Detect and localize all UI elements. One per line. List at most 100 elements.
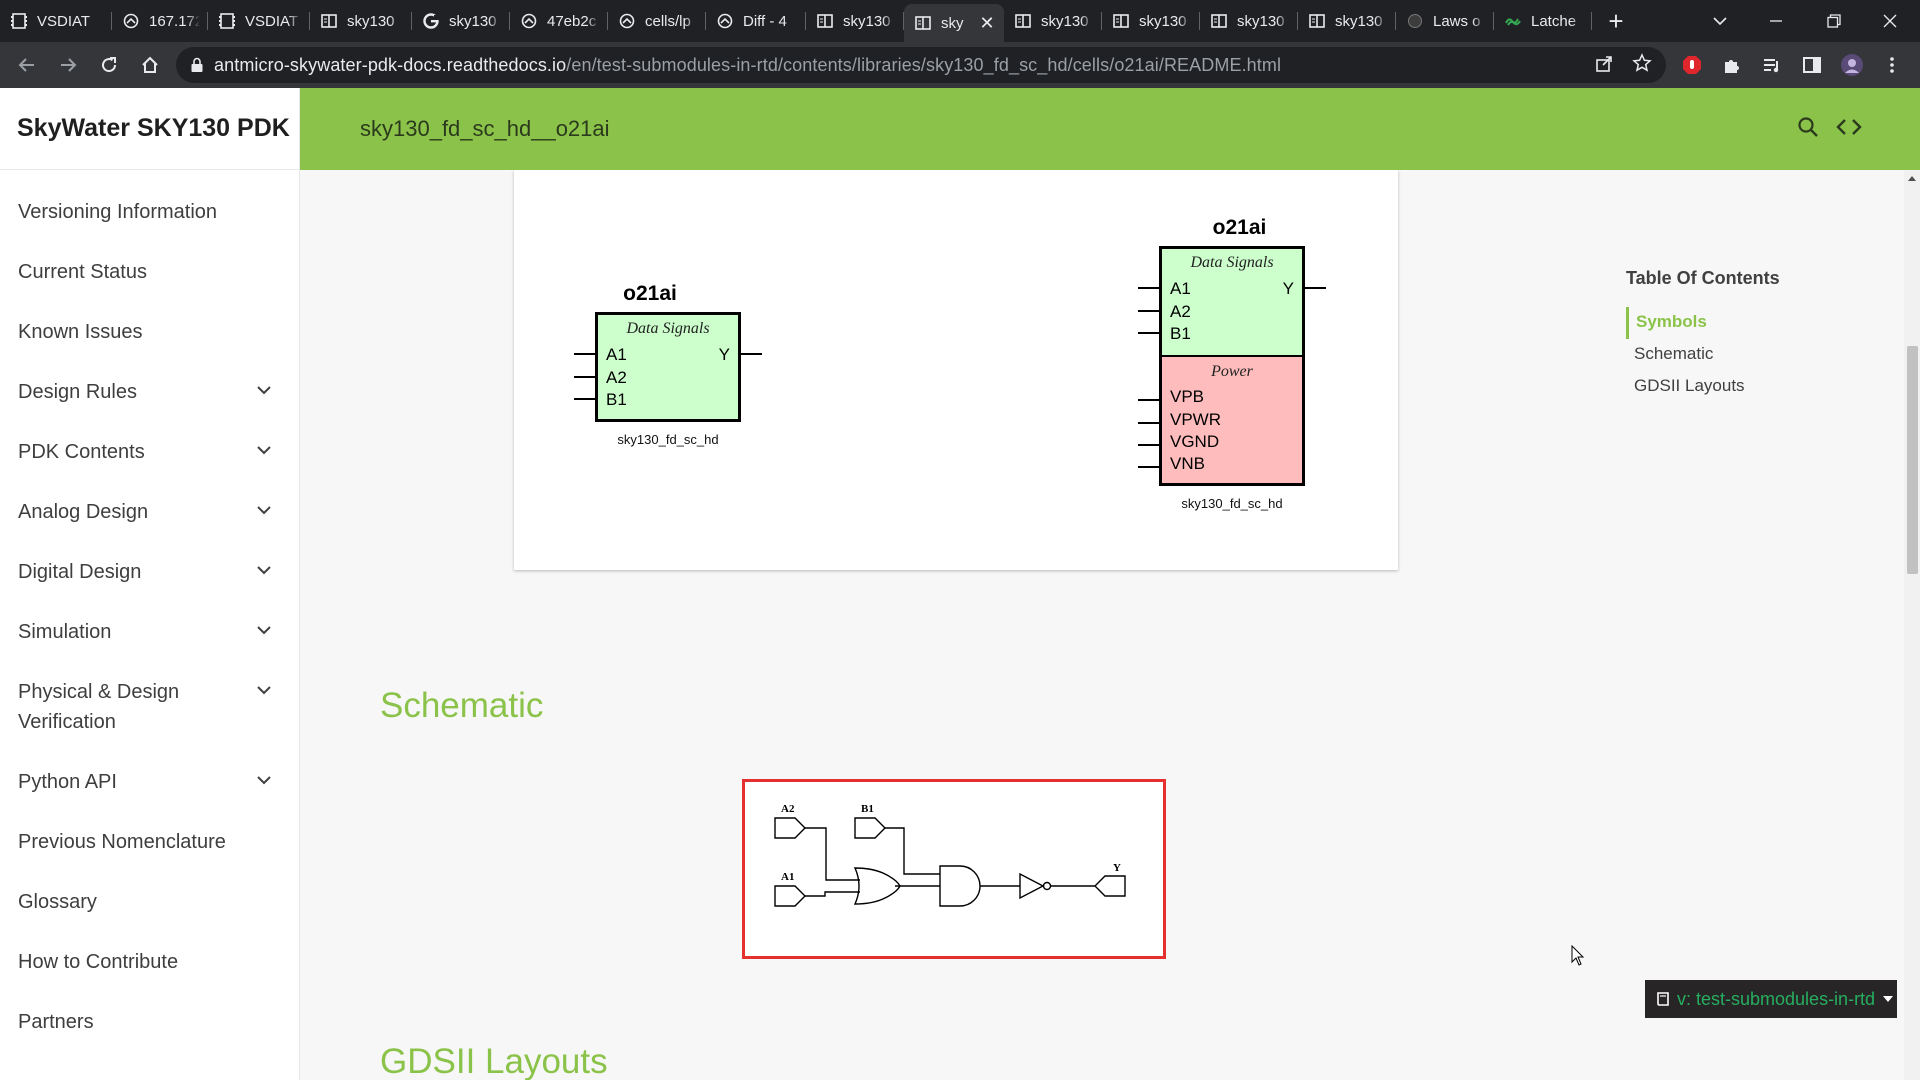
vertical-scrollbar[interactable] <box>1904 170 1920 1080</box>
reload-button[interactable] <box>89 45 129 85</box>
toc-item-schematic[interactable]: Schematic <box>1626 339 1886 371</box>
input-port-a2 <box>774 817 806 839</box>
browser-tab[interactable]: Laws o <box>1396 0 1494 42</box>
side-panel-icon[interactable] <box>1794 47 1830 83</box>
globe-icon <box>716 12 734 30</box>
symbol-title: o21ai <box>1212 216 1267 239</box>
chevron-down-icon[interactable] <box>254 560 274 580</box>
sidebar-item-digital-design[interactable]: Digital Design <box>0 542 299 602</box>
docs-icon <box>816 12 834 30</box>
browser-tab[interactable]: Diff - 4 <box>706 0 806 42</box>
link-icon <box>1504 12 1522 30</box>
browser-tab[interactable]: VSDIAT <box>0 0 112 42</box>
inverter <box>1019 872 1045 900</box>
browser-tab[interactable]: sky130 <box>1102 0 1200 42</box>
sidebar-item-design-rules[interactable]: Design Rules <box>0 362 299 422</box>
browser-tab[interactable]: sky130 <box>412 0 510 42</box>
chevron-down-icon[interactable] <box>254 680 274 700</box>
pin-label: VPWR <box>1170 410 1221 429</box>
view-source-icon[interactable] <box>1834 112 1864 142</box>
extensions-puzzle-icon[interactable] <box>1714 47 1750 83</box>
tab-search-icon[interactable] <box>1692 0 1748 42</box>
film-icon <box>218 12 236 30</box>
close-window-icon[interactable] <box>1862 0 1918 42</box>
sidebar-item-versioning-information[interactable]: Versioning Information <box>0 182 299 242</box>
browser-tab[interactable]: sky130 <box>806 0 904 42</box>
browser-toolbar: antmicro-skywater-pdk-docs.readthedocs.i… <box>0 42 1920 88</box>
minimize-icon[interactable] <box>1748 0 1804 42</box>
forward-button[interactable] <box>48 45 88 85</box>
sidebar-item-simulation[interactable]: Simulation <box>0 602 299 662</box>
pin-line <box>1138 399 1159 401</box>
symbol-o21ai: o21ai Data Signals A1 A2 B1 Y sky130_fd_… <box>560 282 762 447</box>
main-content: o21ai Data Signals A1 A2 B1 Y sky130_fd_… <box>300 170 1904 1080</box>
power-section: Power VPB VPWR VGND VNB <box>1162 355 1302 483</box>
sidebar-item-glossary[interactable]: Glossary <box>0 872 299 932</box>
sidebar-nav: Versioning Information Current Status Kn… <box>0 170 299 1052</box>
new-tab-button[interactable]: + <box>1596 0 1636 42</box>
sidebar-item-how-to-contribute[interactable]: How to Contribute <box>0 932 299 992</box>
chevron-down-icon[interactable] <box>254 620 274 640</box>
sidebar-item-label: Partners <box>18 1011 94 1033</box>
sidebar-item-pdk-contents[interactable]: PDK Contents <box>0 422 299 482</box>
restore-icon[interactable] <box>1806 0 1862 42</box>
pin-label: Y <box>1282 279 1294 298</box>
or-gate <box>853 867 901 905</box>
page-title: sky130_fd_sc_hd__o21ai <box>360 116 610 141</box>
pin-line <box>1305 287 1326 289</box>
browser-tab[interactable]: sky130 <box>1200 0 1298 42</box>
scroll-up-arrow-icon[interactable] <box>1908 176 1916 181</box>
browser-tab[interactable]: sky130 <box>1004 0 1102 42</box>
profile-avatar[interactable] <box>1834 47 1870 83</box>
symbol-title: o21ai <box>623 282 677 305</box>
browser-tab[interactable]: Latche <box>1494 0 1592 42</box>
forward-arrow-icon <box>61 58 77 72</box>
pin-label: Y <box>718 345 730 364</box>
home-icon <box>142 56 158 73</box>
bookmark-star-icon[interactable] <box>1632 52 1652 78</box>
address-bar[interactable]: antmicro-skywater-pdk-docs.readthedocs.i… <box>176 47 1666 83</box>
docs-icon <box>914 14 932 32</box>
sidebar-item-partners[interactable]: Partners <box>0 992 299 1052</box>
docs-icon <box>1308 12 1326 30</box>
close-tab-icon[interactable]: ✕ <box>978 13 996 34</box>
chevron-down-icon[interactable] <box>254 500 274 520</box>
toc-item-symbols[interactable]: Symbols <box>1626 307 1886 339</box>
back-button[interactable] <box>7 45 47 85</box>
chevron-down-icon[interactable] <box>254 380 274 400</box>
pin-label: VPB <box>1170 387 1205 406</box>
adblock-extension-icon[interactable] <box>1674 47 1710 83</box>
scrollbar-thumb[interactable] <box>1907 346 1918 574</box>
site-brand[interactable]: SkyWater SKY130 PDK <box>0 88 299 170</box>
toc-item-gdsii-layouts[interactable]: GDSII Layouts <box>1626 371 1886 403</box>
sidebar-item-previous-nomenclature[interactable]: Previous Nomenclature <box>0 812 299 872</box>
chevron-down-icon[interactable] <box>254 770 274 790</box>
tab-title: 47eb2c <box>547 12 597 30</box>
browser-tab[interactable]: 47eb2c <box>510 0 608 42</box>
chevron-down-icon[interactable] <box>254 440 274 460</box>
version-selector[interactable]: v: test-submodules-in-rtd <box>1645 980 1897 1018</box>
browser-tab[interactable]: sky130 <box>310 0 412 42</box>
sidebar-item-analog-design[interactable]: Analog Design <box>0 482 299 542</box>
browser-menu-icon[interactable] <box>1874 47 1910 83</box>
sidebar-item-current-status[interactable]: Current Status <box>0 242 299 302</box>
docs-sidebar: SkyWater SKY130 PDK Versioning Informati… <box>0 88 300 1080</box>
share-icon[interactable] <box>1594 53 1614 78</box>
browser-tab-active[interactable]: sky ✕ <box>904 4 1004 42</box>
tab-title: sky130 <box>347 12 395 30</box>
browser-tab[interactable]: 167.172 <box>112 0 208 42</box>
tab-title: sky130 <box>1139 12 1187 30</box>
browser-tab[interactable]: VSDIAT <box>208 0 310 42</box>
docs-icon <box>320 12 338 30</box>
sidebar-item-physical-design-verification[interactable]: Physical & Design Verification <box>0 662 299 752</box>
browser-tab[interactable]: cells/lp <box>608 0 706 42</box>
search-icon[interactable] <box>1793 112 1823 142</box>
schematic-figure[interactable]: A2 B1 A1 Y <box>742 779 1166 959</box>
sidebar-item-python-api[interactable]: Python API <box>0 752 299 812</box>
toc-heading: Table Of Contents <box>1626 268 1780 288</box>
browser-tab[interactable]: sky130 <box>1298 0 1396 42</box>
home-button[interactable] <box>130 45 170 85</box>
sidebar-item-known-issues[interactable]: Known Issues <box>0 302 299 362</box>
url-path: /en/test-submodules-in-rtd/contents/libr… <box>566 54 1282 75</box>
media-queue-icon[interactable] <box>1754 47 1790 83</box>
